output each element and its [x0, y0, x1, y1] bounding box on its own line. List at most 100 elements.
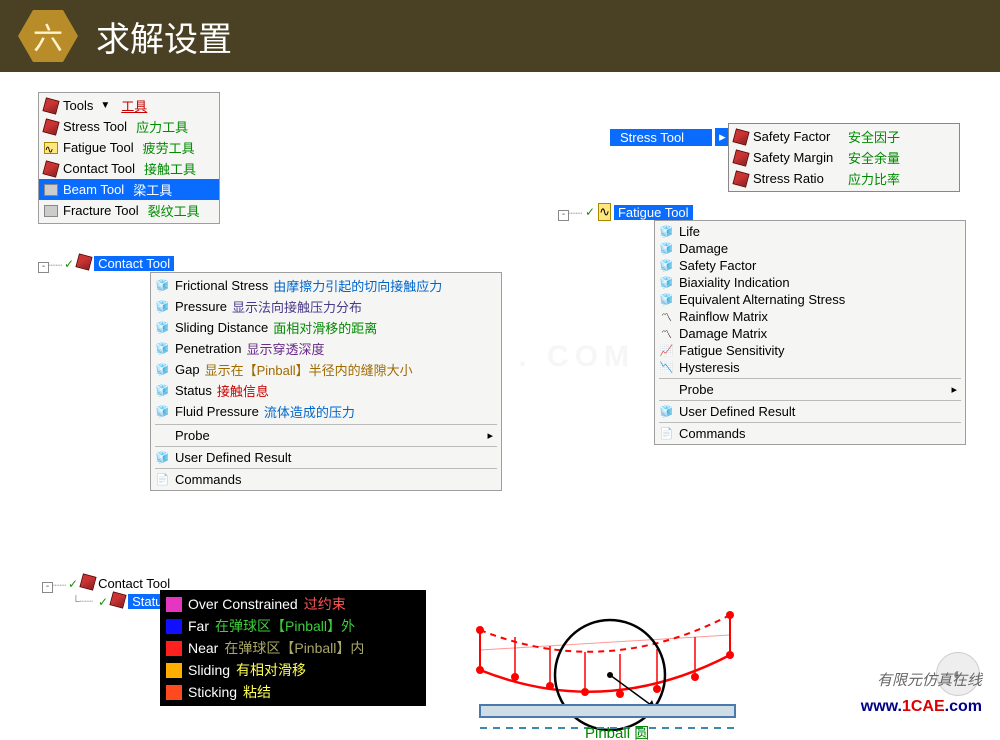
fatigue-item-safety-factor[interactable]: 🧊 Safety Factor — [655, 257, 965, 274]
tool-icon — [43, 183, 58, 197]
result-icon: 🧊 — [659, 242, 674, 256]
probe-submenu[interactable]: Probe ▸ — [151, 427, 501, 444]
result-icon: 🧊 — [155, 279, 170, 293]
contact-tool-node-2[interactable]: ✓ Contact Tool — [68, 575, 170, 592]
user-defined-result-item[interactable]: 🧊 User Defined Result — [655, 403, 965, 420]
check-icon: ✓ — [585, 205, 595, 219]
tool-icon: 🧊 — [155, 451, 170, 465]
tools-item-stress-tool[interactable]: Stress Tool 应力工具 — [39, 116, 219, 137]
result-icon: 📈 — [659, 344, 674, 358]
fatigue-item-life[interactable]: 🧊 Life — [655, 223, 965, 240]
result-icon: 🧊 — [659, 225, 674, 239]
contact-tool-node[interactable]: ✓ Contact Tool — [64, 255, 174, 272]
tools-item-contact-tool[interactable]: Contact Tool 接触工具 — [39, 158, 219, 179]
cube-icon — [733, 172, 748, 186]
pinball-diagram: Pinball 圆 — [440, 560, 770, 740]
tree-expand-contact[interactable]: -┈┈ — [38, 258, 62, 273]
contact-item-fluid-pressure[interactable]: 🧊 Fluid Pressure 流体造成的压力 — [151, 401, 501, 422]
contact-item-penetration[interactable]: 🧊 Penetration 显示穿透深度 — [151, 338, 501, 359]
tool-icon: ∿ — [43, 141, 58, 155]
tool-icon — [43, 162, 58, 176]
check-icon: ✓ — [64, 257, 74, 271]
commands-icon: 📄 — [659, 427, 674, 441]
chevron-down-icon: ▼ — [100, 100, 110, 111]
cube-icon — [77, 255, 91, 272]
blank-icon — [659, 383, 674, 397]
color-swatch — [166, 597, 182, 612]
footer-url: www.1CAE.com — [861, 698, 982, 716]
result-icon: 🧊 — [155, 321, 170, 335]
cube-icon — [733, 130, 748, 144]
contact-tool-label: Contact Tool — [94, 256, 174, 271]
fatigue-item-hysteresis[interactable]: 📉 Hysteresis — [655, 359, 965, 376]
fatigue-item-damage[interactable]: 🧊 Damage — [655, 240, 965, 257]
tool-icon: 🧊 — [659, 405, 674, 419]
result-icon: 🧊 — [659, 293, 674, 307]
fatigue-item-equivalent-alternating-stress[interactable]: 🧊 Equivalent Alternating Stress — [655, 291, 965, 308]
tool-icon — [43, 204, 58, 218]
cube-icon — [81, 575, 95, 592]
fatigue-item-fatigue-sensitivity[interactable]: 📈 Fatigue Sensitivity — [655, 342, 965, 359]
pinball-label: Pinball 圆 — [585, 725, 649, 740]
tree-branch-line: └┈┈ — [72, 595, 93, 608]
tool-icon — [43, 120, 58, 134]
tools-dropdown: Tools ▼ 工具 Stress Tool 应力工具∿ Fatigue Too… — [38, 92, 220, 224]
commands-item[interactable]: 📄 Commands — [151, 471, 501, 488]
fatigue-item-rainflow-matrix[interactable]: 〽 Rainflow Matrix — [655, 308, 965, 325]
status-legend: Over Constrained 过约束 Far 在弹球区【Pinball】外 … — [160, 590, 426, 706]
contact-item-frictional-stress[interactable]: 🧊 Frictional Stress 由摩擦力引起的切向接触应力 — [151, 275, 501, 296]
tree-expand-fatigue[interactable]: -┈┈ — [558, 206, 582, 221]
fatigue-tool-node[interactable]: ✓ ∿ Fatigue Tool — [585, 203, 693, 221]
check-icon: ✓ — [68, 577, 78, 591]
result-icon: 🧊 — [155, 405, 170, 419]
stress-tool-flyout-header[interactable]: Stress Tool ▸ — [610, 128, 730, 146]
user-defined-result-item[interactable]: 🧊 User Defined Result — [151, 449, 501, 466]
fatigue-item-damage-matrix[interactable]: 〽 Damage Matrix — [655, 325, 965, 342]
commands-item[interactable]: 📄 Commands — [655, 425, 965, 442]
result-icon: 🧊 — [155, 342, 170, 356]
fatigue-tool-menu: 🧊 Life🧊 Damage🧊 Safety Factor🧊 Biaxialit… — [654, 220, 966, 445]
contact-item-status[interactable]: 🧊 Status 接触信息 — [151, 380, 501, 401]
tools-item-fatigue-tool[interactable]: ∿ Fatigue Tool 疲劳工具 — [39, 137, 219, 158]
result-icon: 〽 — [659, 310, 674, 324]
tools-header[interactable]: Tools ▼ 工具 — [39, 95, 219, 116]
result-icon: 🧊 — [155, 300, 170, 314]
page-header: 六 求解设置 — [0, 0, 1000, 72]
result-icon: 🧊 — [659, 276, 674, 290]
stress-tool-flyout: Safety Factor 安全因子 Safety Margin 安全余量 St… — [728, 123, 960, 192]
tools-item-beam-tool[interactable]: Beam Tool 梁工具 — [39, 179, 219, 200]
color-swatch — [166, 685, 182, 700]
contact-item-pressure[interactable]: 🧊 Pressure 显示法向接触压力分布 — [151, 296, 501, 317]
color-swatch — [166, 641, 182, 656]
check-icon: ✓ — [98, 595, 108, 609]
stress-item-stress-ratio[interactable]: Stress Ratio 应力比率 — [729, 168, 959, 189]
status-legend-over-constrained: Over Constrained 过约束 — [164, 593, 422, 615]
probe-submenu[interactable]: Probe ▸ — [655, 381, 965, 398]
result-icon: 🧊 — [155, 363, 170, 377]
fatigue-item-biaxiality-indication[interactable]: 🧊 Biaxiality Indication — [655, 274, 965, 291]
result-icon: 📉 — [659, 361, 674, 375]
tools-item-fracture-tool[interactable]: Fracture Tool 裂纹工具 — [39, 200, 219, 221]
status-legend-near: Near 在弹球区【Pinball】内 — [164, 637, 422, 659]
footer-brand: 有限元仿真在线 — [877, 669, 982, 690]
chevron-right-icon: ▸ — [447, 429, 493, 442]
status-legend-sticking: Sticking 粘结 — [164, 681, 422, 703]
color-swatch — [166, 619, 182, 634]
contact-item-sliding-distance[interactable]: 🧊 Sliding Distance 面相对滑移的距离 — [151, 317, 501, 338]
contact-tool-menu: 🧊 Frictional Stress 由摩擦力引起的切向接触应力🧊 Press… — [150, 272, 502, 491]
contact-item-gap[interactable]: 🧊 Gap 显示在【Pinball】半径内的缝隙大小 — [151, 359, 501, 380]
cube-icon — [43, 99, 58, 113]
stress-item-safety-factor[interactable]: Safety Factor 安全因子 — [729, 126, 959, 147]
stress-item-safety-margin[interactable]: Safety Margin 安全余量 — [729, 147, 959, 168]
section-badge: 六 — [18, 10, 78, 62]
cube-icon — [733, 151, 748, 165]
tree-expand-status[interactable]: -┈┈ — [42, 578, 66, 593]
tools-header-cn: 工具 — [121, 96, 147, 115]
result-icon: 🧊 — [155, 384, 170, 398]
fatigue-tool-label: Fatigue Tool — [614, 205, 693, 220]
page-title: 求解设置 — [96, 12, 232, 61]
section-number: 六 — [33, 14, 63, 58]
cube-icon — [111, 593, 125, 610]
commands-icon: 📄 — [155, 473, 170, 487]
blank-icon — [155, 429, 170, 443]
